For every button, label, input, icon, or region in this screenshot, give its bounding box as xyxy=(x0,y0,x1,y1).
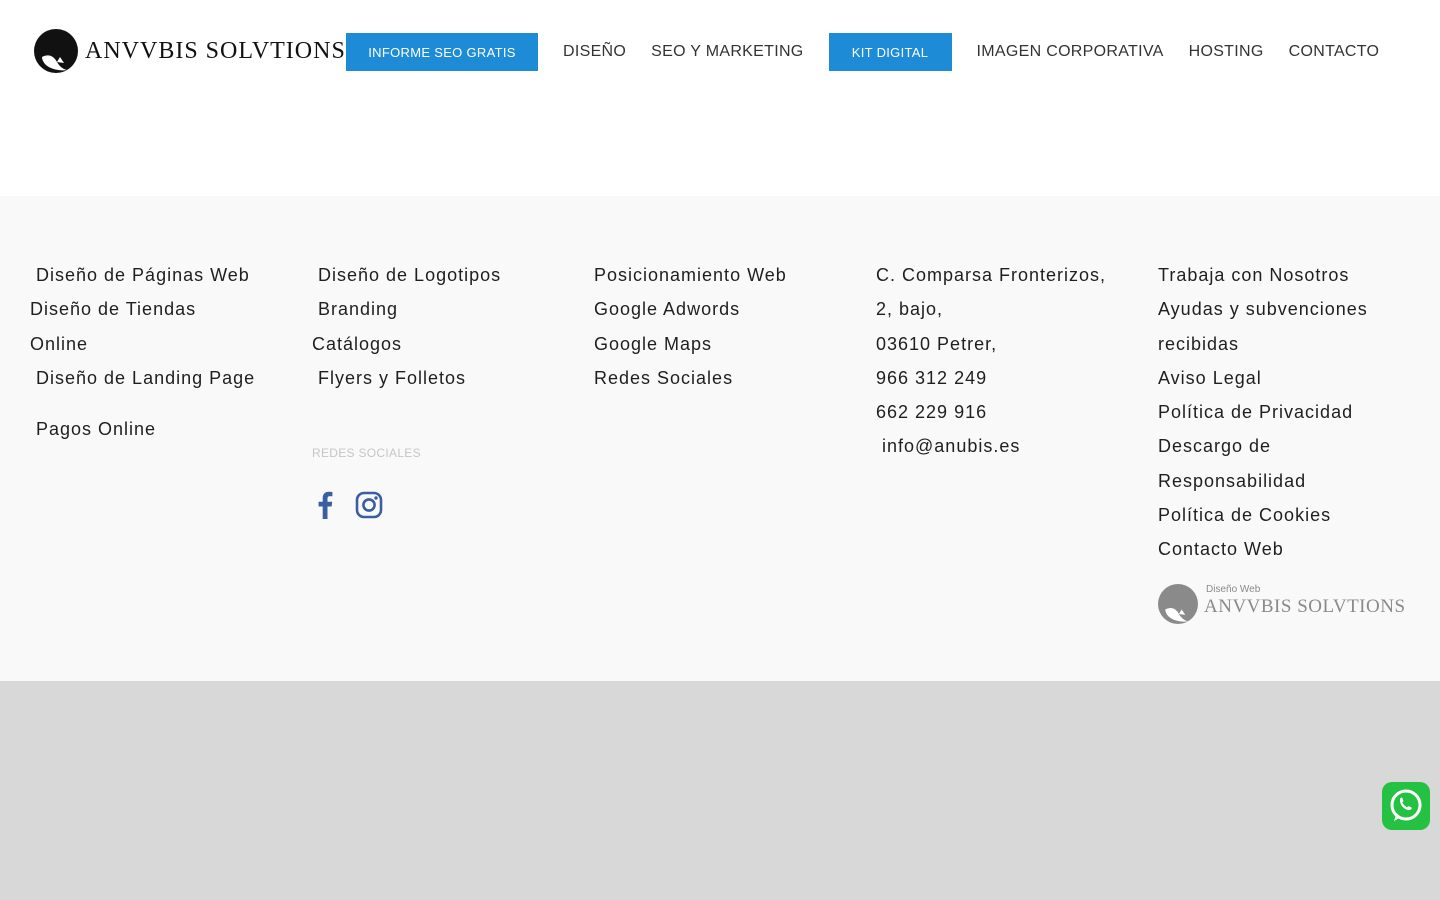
link-paginas-web[interactable]: Diseño de Páginas Web xyxy=(30,258,255,292)
nav-hosting[interactable]: HOSTING xyxy=(1189,43,1264,61)
link-ayudas[interactable]: Ayudas y subvenciones xyxy=(1158,292,1368,326)
link-redes-sociales[interactable]: Redes Sociales xyxy=(594,361,787,395)
nav-contacto[interactable]: CONTACTO xyxy=(1289,43,1380,61)
badge-small-text: Diseño Web xyxy=(1206,584,1261,595)
phone-link-2[interactable]: 662 229 916 xyxy=(876,395,1106,429)
footer-col-web-design: Diseño de Páginas Web Diseño de Tiendas … xyxy=(30,258,255,446)
footer-badge-logo[interactable]: Diseño Web ANVVBIS SOLVTIONS xyxy=(1158,582,1414,626)
link-tiendas-online[interactable]: Diseño de Tiendas xyxy=(30,292,255,326)
site-logo[interactable]: ANVVBIS SOLVTIONS xyxy=(34,29,346,73)
instagram-icon xyxy=(355,491,383,519)
link-cookies[interactable]: Política de Cookies xyxy=(1158,498,1368,532)
whatsapp-icon xyxy=(1390,789,1422,821)
address-line-3: 03610 Petrer, xyxy=(876,333,998,354)
link-flyers[interactable]: Flyers y Folletos xyxy=(312,361,501,395)
address-line-2: 2, bajo, xyxy=(876,299,944,320)
link-contacto-web[interactable]: Contacto Web xyxy=(1158,532,1368,566)
link-tiendas-online-cont[interactable]: Online xyxy=(30,327,255,361)
facebook-link[interactable] xyxy=(312,488,338,522)
address-line-1: C. Comparsa Fronterizos, xyxy=(876,265,1107,285)
facebook-icon xyxy=(318,491,333,519)
link-aviso-legal[interactable]: Aviso Legal xyxy=(1158,361,1368,395)
logo-text: ANVVBIS SOLVTIONS xyxy=(85,37,346,64)
footer-col-branding: Diseño de Logotipos Branding Catálogos F… xyxy=(312,258,501,395)
link-logotipos[interactable]: Diseño de Logotipos xyxy=(312,258,501,292)
social-heading: REDES SOCIALES xyxy=(312,446,421,460)
anubis-logo-icon xyxy=(34,29,78,73)
email-link[interactable]: info@anubis.es xyxy=(876,429,1106,463)
link-catalogos[interactable]: Catálogos xyxy=(312,327,501,361)
link-pagos-online[interactable]: Pagos Online xyxy=(30,412,255,446)
link-descargo-cont[interactable]: Responsabilidad xyxy=(1158,464,1368,498)
badge-big-text: ANVVBIS SOLVTIONS xyxy=(1204,596,1406,617)
link-ayudas-cont[interactable]: recibidas xyxy=(1158,327,1368,361)
footer-col-marketing: Posicionamiento Web Google Adwords Googl… xyxy=(594,258,787,395)
link-privacidad[interactable]: Política de Privacidad xyxy=(1158,395,1368,429)
nav-diseno[interactable]: DISEÑO xyxy=(563,43,626,61)
link-google-maps[interactable]: Google Maps xyxy=(594,327,787,361)
link-descargo[interactable]: Descargo de xyxy=(1158,429,1368,463)
instagram-link[interactable] xyxy=(354,488,384,522)
whatsapp-button[interactable] xyxy=(1382,782,1430,830)
link-posicionamiento[interactable]: Posicionamiento Web xyxy=(594,258,787,292)
nav-imagen-corporativa[interactable]: IMAGEN CORPORATIVA xyxy=(977,43,1164,61)
nav-seo-marketing[interactable]: SEO Y MARKETING xyxy=(651,43,803,61)
link-adwords[interactable]: Google Adwords xyxy=(594,292,787,326)
main-nav: INFORME SEO GRATIS DISEÑO SEO Y MARKETIN… xyxy=(346,33,1379,71)
badge-text: Diseño Web ANVVBIS SOLVTIONS xyxy=(1204,584,1414,624)
footer-col-contact: C. Comparsa Fronterizos, 2, bajo, 03610 … xyxy=(876,258,1106,464)
phone-link-1[interactable]: 966 312 249 xyxy=(876,361,1106,395)
anubis-badge-icon xyxy=(1158,584,1198,624)
footer-col-legal: Trabaja con Nosotros Ayudas y subvencion… xyxy=(1158,258,1368,567)
link-branding[interactable]: Branding xyxy=(312,292,501,326)
link-landing-page[interactable]: Diseño de Landing Page xyxy=(30,361,255,395)
nav-seo-report-button[interactable]: INFORME SEO GRATIS xyxy=(346,33,538,71)
nav-kit-digital-button[interactable]: KIT DIGITAL xyxy=(828,33,952,71)
link-trabaja[interactable]: Trabaja con Nosotros xyxy=(1158,258,1368,292)
site-footer: Diseño de Páginas Web Diseño de Tiendas … xyxy=(0,196,1440,681)
site-header: ANVVBIS SOLVTIONS INFORME SEO GRATIS DIS… xyxy=(0,0,1440,196)
